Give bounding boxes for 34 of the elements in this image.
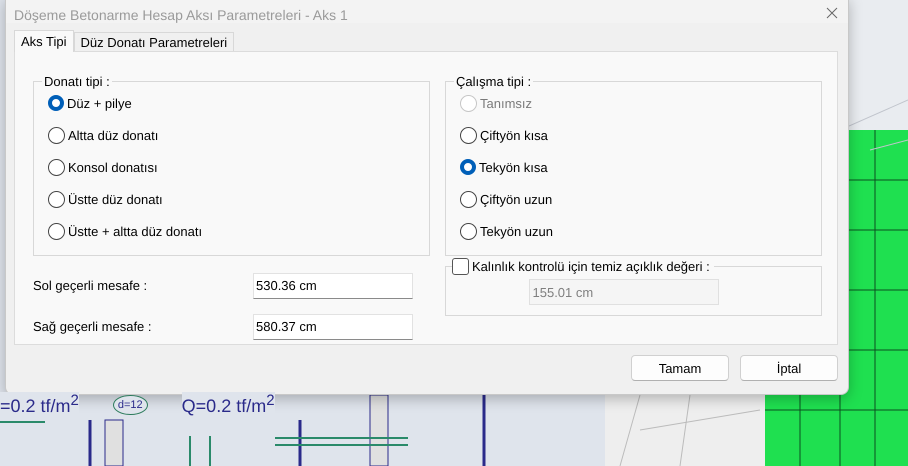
radio-option[interactable]: Üstte + altta düz donatı xyxy=(48,221,429,241)
radio-option[interactable]: Çiftyön kısa xyxy=(460,125,821,145)
checkbox-label: Kalınlık kontrolü için temiz açıklık değeri : xyxy=(472,259,710,274)
radio-icon xyxy=(48,95,64,111)
radio-option[interactable]: Üstte düz donatı xyxy=(48,189,429,209)
radio-icon xyxy=(460,94,477,112)
radio-icon xyxy=(460,126,477,144)
field-label: Sağ geçerli mesafe : xyxy=(33,319,153,334)
checkbox[interactable] xyxy=(452,258,469,275)
field-label: Sol geçerli mesafe : xyxy=(33,278,148,293)
radio-option[interactable]: Çiftyön uzun xyxy=(460,189,821,209)
input-field[interactable]: 580.37 cm xyxy=(253,314,413,340)
radio-option[interactable]: Konsol donatısı xyxy=(48,157,429,177)
tab[interactable]: Aks Tipi xyxy=(14,30,74,52)
group-title: Çalışma tipi : xyxy=(455,74,532,89)
dialog-button[interactable]: Tamam xyxy=(631,355,729,381)
window-title: Döşeme Betonarme Hesap Aksı Parametreleri - Aks 1 xyxy=(14,7,348,23)
load-label: Q=0.2 tf/m$^{2}$ xyxy=(182,392,275,417)
tab[interactable]: Düz Donatı Parametreleri xyxy=(74,32,234,51)
radio-option[interactable]: Tekyön kısa xyxy=(460,157,821,177)
radio-icon xyxy=(460,159,476,175)
dialog-button[interactable]: İptal xyxy=(740,355,838,381)
radio-icon xyxy=(48,158,65,176)
radio-icon xyxy=(460,222,477,240)
radio-icon xyxy=(48,126,65,144)
radio-option[interactable]: Düz + pilye xyxy=(48,93,429,113)
input-field[interactable]: 530.36 cm xyxy=(253,272,413,298)
radio-icon xyxy=(48,190,65,208)
radio-icon xyxy=(48,222,65,240)
group-title: Donatı tipi : xyxy=(43,74,111,89)
radio-option[interactable]: Tekyön uzun xyxy=(460,221,821,241)
radio-option[interactable]: Altta düz donatı xyxy=(48,125,429,145)
close-icon[interactable] xyxy=(826,7,838,19)
radio-icon xyxy=(460,190,477,208)
